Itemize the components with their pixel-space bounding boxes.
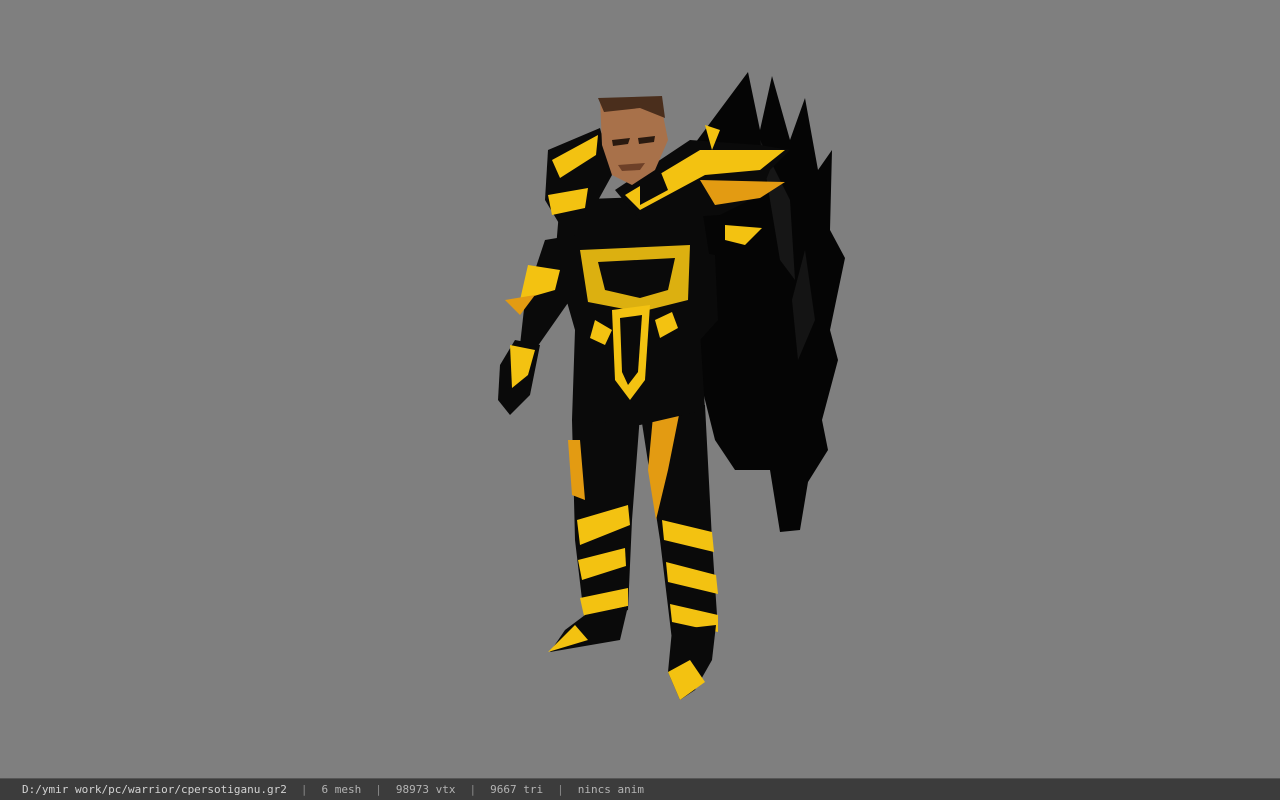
vertex-count: 98973 vtx bbox=[395, 783, 456, 796]
character-model bbox=[498, 72, 845, 700]
status-bar: D:/ymir work/pc/warrior/cpersotiganu.gr2… bbox=[0, 778, 1280, 800]
mesh-count: 6 mesh bbox=[321, 783, 362, 796]
file-path: D:/ymir work/pc/warrior/cpersotiganu.gr2 bbox=[22, 783, 287, 796]
model-torso bbox=[555, 195, 710, 425]
status-separator: | bbox=[300, 783, 308, 796]
status-separator: | bbox=[557, 783, 564, 796]
triangle-count: 9667 tri bbox=[490, 783, 544, 796]
animation-state: nincs anim bbox=[577, 783, 644, 796]
status-separator: | bbox=[469, 783, 477, 796]
status-separator: | bbox=[375, 783, 382, 796]
3d-viewport[interactable] bbox=[0, 0, 1280, 778]
model-legs bbox=[548, 390, 718, 700]
